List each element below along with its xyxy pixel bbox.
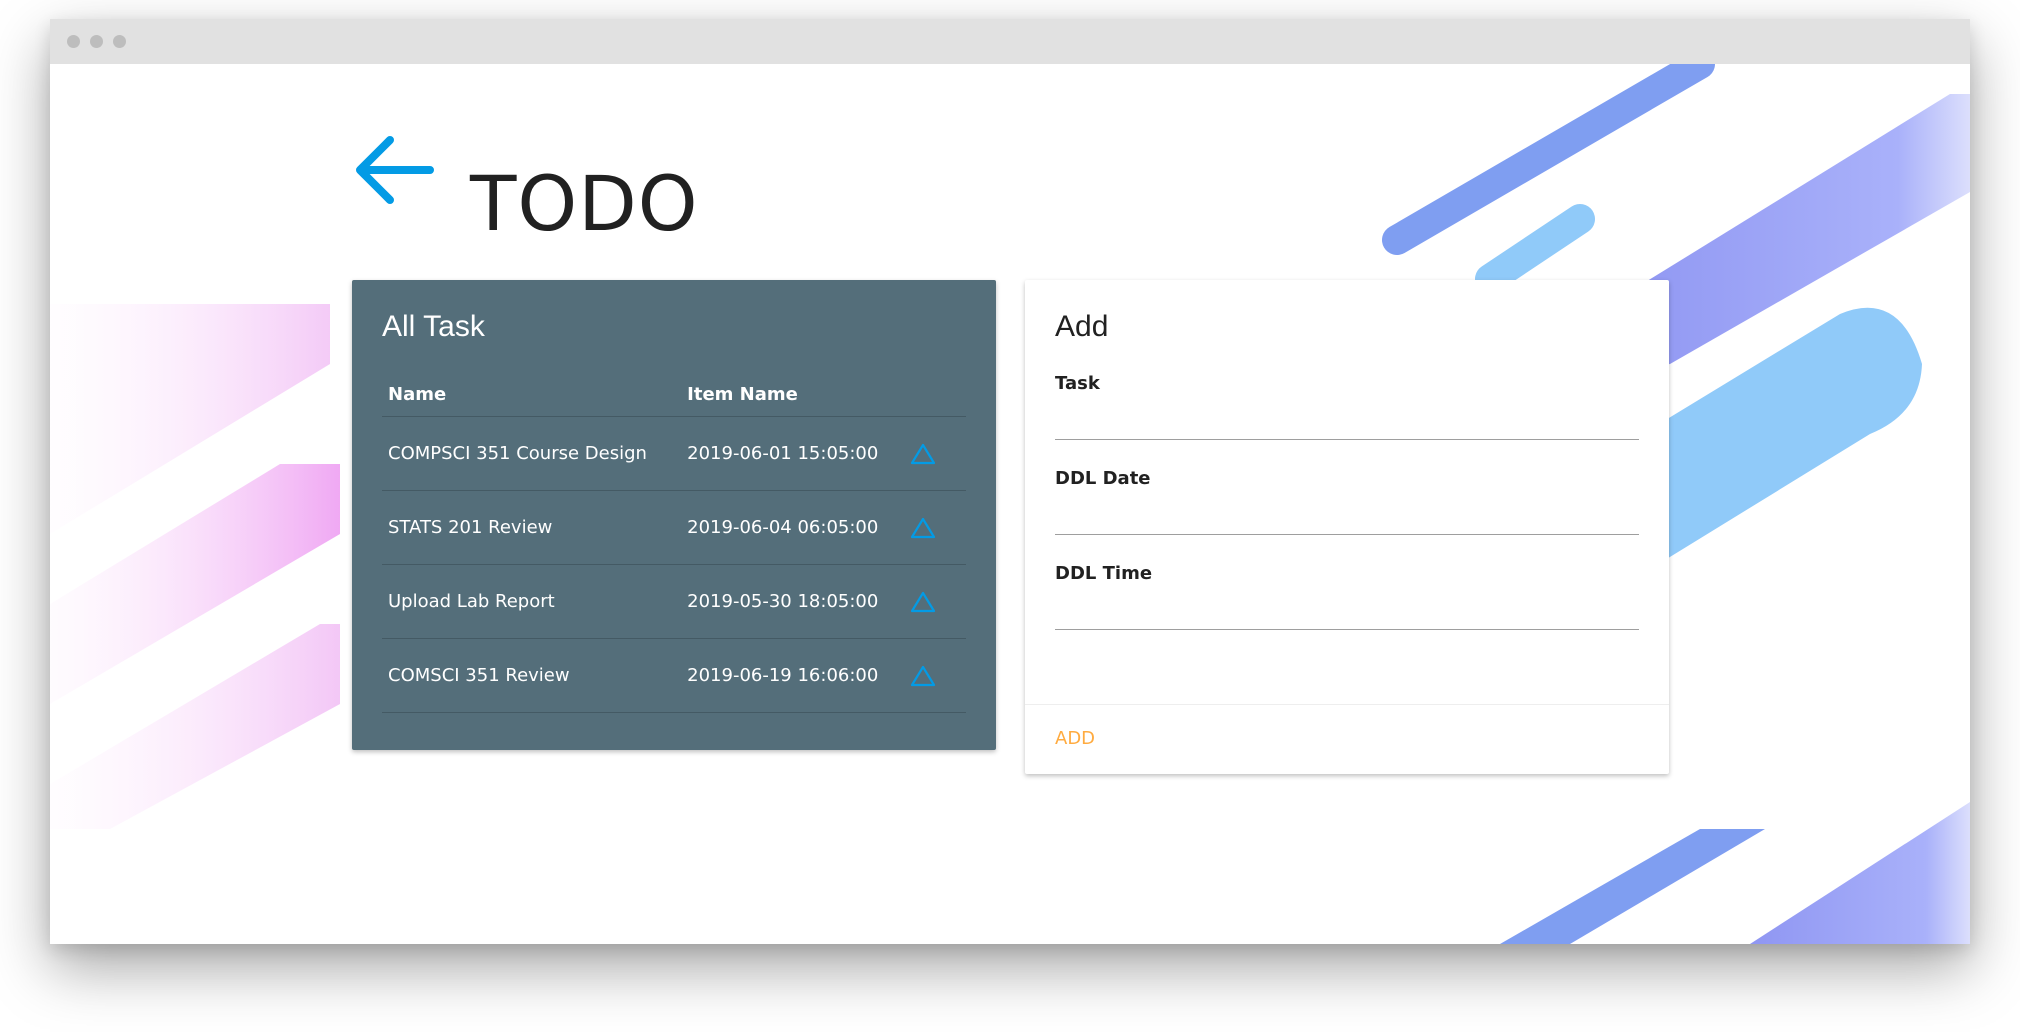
table-row: Upload Lab Report 2019-05-30 18:05:00 [382,564,966,639]
window-titlebar [50,19,1970,64]
task-action-cell [903,564,966,639]
task-name: STATS 201 Review [382,490,682,565]
page-title: TODO [470,159,699,248]
task-name: COMSCI 351 Review [382,638,682,713]
ddl-time-field-label: DDL Time [1055,563,1153,584]
triangle-up-icon[interactable] [910,665,936,687]
column-header-action [903,372,966,417]
task-deadline: 2019-06-19 16:06:00 [681,638,904,713]
task-field-label: Task [1055,373,1100,394]
ddl-date-field-label: DDL Date [1055,468,1151,489]
table-row: COMSCI 351 Review 2019-06-19 16:06:00 [382,638,966,713]
task-action-cell [903,490,966,565]
ddl-date-input[interactable] [1055,500,1639,535]
add-button[interactable]: ADD [1055,728,1095,749]
column-header-item-name: Item Name [681,372,904,417]
add-card-title: Add [1055,310,1109,343]
all-task-card: All Task Name Item Name COMPSCI 351 Cour… [352,280,996,750]
task-name: Upload Lab Report [382,564,682,639]
card-action-divider [1025,704,1669,705]
triangle-up-icon[interactable] [910,591,936,613]
table-row: STATS 201 Review 2019-06-04 06:05:00 [382,490,966,565]
task-table-header: Name Item Name [382,372,966,417]
page-viewport: TODO All Task Name Item Name COMPSCI 351… [50,64,1970,944]
triangle-up-icon[interactable] [910,443,936,465]
window-dot-close[interactable] [67,35,80,48]
window-dot-minimize[interactable] [90,35,103,48]
task-table: Name Item Name COMPSCI 351 Course Design… [382,372,966,713]
back-arrow-icon[interactable] [352,132,434,214]
ddl-time-input[interactable] [1055,595,1639,630]
background-decoration [50,64,1970,944]
window-dot-maximize[interactable] [113,35,126,48]
browser-window: TODO All Task Name Item Name COMPSCI 351… [50,19,1970,944]
task-input[interactable] [1055,405,1639,440]
task-deadline: 2019-06-04 06:05:00 [681,490,904,565]
task-deadline: 2019-06-01 15:05:00 [681,416,904,491]
all-task-title: All Task [382,310,485,343]
task-name: COMPSCI 351 Course Design [382,416,682,491]
table-row: COMPSCI 351 Course Design 2019-06-01 15:… [382,416,966,491]
triangle-up-icon[interactable] [910,517,936,539]
column-header-name: Name [382,372,682,417]
add-task-card: Add Task DDL Date DDL Time ADD [1025,280,1669,774]
task-deadline: 2019-05-30 18:05:00 [681,564,904,639]
task-action-cell [903,638,966,713]
task-action-cell [903,416,966,491]
